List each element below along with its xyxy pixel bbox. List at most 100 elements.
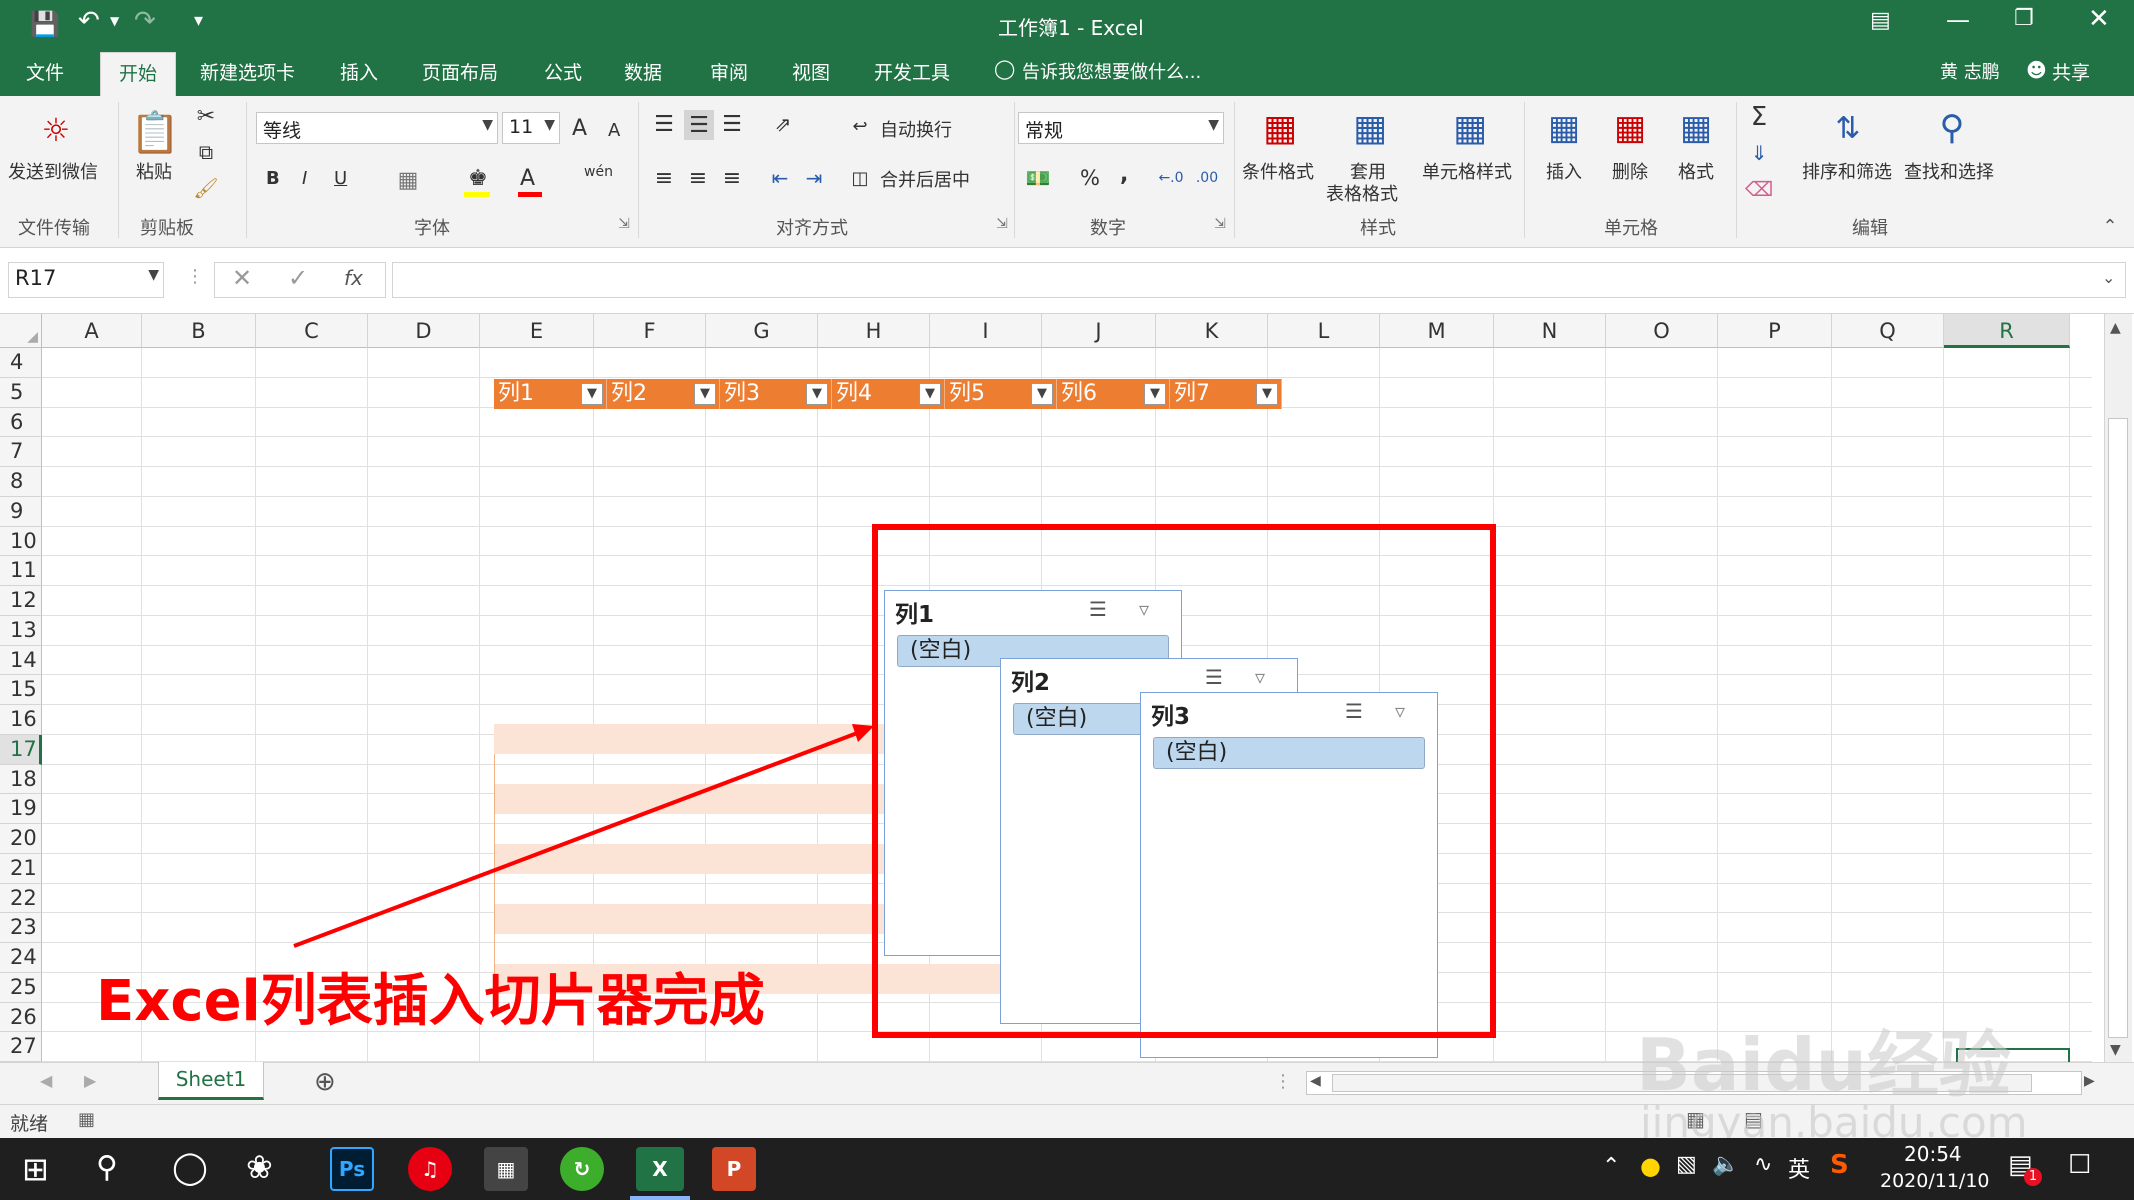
fill-color-icon[interactable]: ♚	[464, 164, 492, 192]
orientation-icon[interactable]: ⇗	[766, 110, 800, 138]
calculator-icon[interactable]: ▦	[484, 1147, 528, 1191]
sort-filter-icon[interactable]: ⇅	[1824, 104, 1872, 152]
row-header[interactable]: 18	[0, 764, 42, 795]
row-header[interactable]: 9	[0, 496, 42, 527]
excel-taskbar-icon[interactable]: X	[636, 1147, 684, 1191]
bold-button[interactable]: B	[266, 168, 280, 189]
row-header[interactable]: 27	[0, 1032, 42, 1062]
netease-music-icon[interactable]: ♫	[408, 1147, 452, 1191]
dialog-launcher-icon[interactable]: ⇲	[992, 214, 1012, 234]
add-sheet-icon[interactable]: ⊕	[314, 1067, 336, 1097]
row-header[interactable]: 11	[0, 556, 42, 586]
tab-insert[interactable]: 插入	[340, 58, 378, 85]
conditional-format-button[interactable]: 条件格式	[1242, 158, 1314, 184]
tab-home[interactable]: 开始	[100, 52, 177, 96]
powerpoint-icon[interactable]: P	[712, 1147, 756, 1191]
dialog-launcher-icon[interactable]: ⇲	[1210, 214, 1230, 234]
format-as-table-line2[interactable]: 表格格式	[1326, 180, 1398, 206]
row-header[interactable]: 12	[0, 586, 42, 616]
cortana-icon[interactable]: ◯	[172, 1148, 208, 1186]
enter-icon[interactable]: ✓	[288, 264, 308, 292]
restore-icon[interactable]: ❐	[2014, 6, 2034, 31]
row-header[interactable]: 6	[0, 407, 42, 438]
scroll-thumb[interactable]	[2108, 418, 2128, 1038]
scroll-left-icon[interactable]: ◀	[1310, 1073, 1321, 1089]
row-header[interactable]: 21	[0, 853, 42, 884]
tab-developer[interactable]: 开发工具	[874, 58, 950, 85]
row-header[interactable]: 17	[0, 734, 42, 765]
sheet-tab-sheet1[interactable]: Sheet1	[158, 1062, 264, 1100]
filter-dropdown-icon[interactable]: ▼	[1144, 383, 1166, 405]
insert-cells-icon[interactable]: ▦	[1542, 104, 1586, 152]
format-painter-icon[interactable]: 🖌	[192, 174, 220, 202]
font-color-button[interactable]: A	[520, 166, 535, 191]
find-select-button[interactable]: 查找和选择	[1904, 158, 1994, 184]
column-header[interactable]: G	[706, 314, 818, 348]
column-header[interactable]: P	[1718, 314, 1832, 348]
italic-button[interactable]: I	[302, 168, 307, 189]
column-header[interactable]: F	[594, 314, 706, 348]
insert-cells-button[interactable]: 插入	[1546, 158, 1582, 184]
splitter-icon[interactable]: ⋮	[1274, 1071, 1292, 1092]
row-header[interactable]: 15	[0, 675, 42, 705]
align-top-icon[interactable]: ☰	[650, 110, 678, 138]
network-icon[interactable]: ▧	[1676, 1152, 1697, 1177]
insert-function-button[interactable]: fx	[344, 266, 363, 290]
row-header[interactable]: 23	[0, 913, 42, 943]
column-header[interactable]: I	[930, 314, 1042, 348]
prev-sheet-icon[interactable]: ◀	[40, 1071, 52, 1090]
number-format-combo[interactable]: 常规 ▼	[1018, 112, 1224, 144]
decrease-indent-icon[interactable]: ⇤	[766, 164, 794, 192]
shrink-font-button[interactable]: A	[608, 120, 620, 141]
cancel-icon[interactable]: ✕	[232, 264, 252, 292]
column-header[interactable]: A	[42, 314, 142, 348]
autosum-icon[interactable]: Σ	[1744, 102, 1774, 132]
align-center-icon[interactable]: ≡	[684, 164, 712, 192]
tab-page-layout[interactable]: 页面布局	[422, 58, 498, 85]
align-middle-icon[interactable]: ☰	[684, 110, 714, 140]
clock-time[interactable]: 20:54	[1904, 1142, 1962, 1166]
paste-icon[interactable]: 📋	[130, 108, 180, 156]
column-header[interactable]: L	[1268, 314, 1380, 348]
align-bottom-icon[interactable]: ☰	[718, 110, 746, 138]
wrap-text-button[interactable]: 自动换行	[880, 116, 952, 142]
column-header[interactable]: H	[818, 314, 930, 348]
row-header[interactable]: 5	[0, 377, 42, 408]
row-header[interactable]: 25	[0, 972, 42, 1003]
tab-review[interactable]: 审阅	[710, 58, 748, 85]
column-header[interactable]: O	[1606, 314, 1718, 348]
clock-date[interactable]: 2020/11/10	[1880, 1170, 1990, 1192]
column-header[interactable]: K	[1156, 314, 1268, 348]
row-header[interactable]: 22	[0, 883, 42, 914]
align-left-icon[interactable]: ≡	[650, 164, 678, 192]
cell-styles-icon[interactable]: ▦	[1446, 104, 1494, 152]
border-icon[interactable]: ▦	[394, 166, 422, 194]
search-icon[interactable]: ⚲	[96, 1150, 118, 1185]
comma-button[interactable]: ,	[1120, 162, 1128, 187]
show-hidden-icons[interactable]: ⌃	[1602, 1154, 1620, 1179]
row-header[interactable]: 13	[0, 615, 42, 646]
column-header[interactable]: D	[368, 314, 480, 348]
volume-icon[interactable]: 🔈	[1712, 1152, 1739, 1177]
wrap-text-icon[interactable]: ↩	[848, 114, 872, 138]
tray-app-icon[interactable]: ●	[1640, 1152, 1661, 1180]
format-cells-icon[interactable]: ▦	[1674, 104, 1718, 152]
merge-icon[interactable]: ◫	[848, 166, 872, 190]
redo-icon[interactable]: ↷	[134, 6, 156, 36]
minimize-icon[interactable]: —	[1946, 6, 1970, 34]
column-header[interactable]: M	[1380, 314, 1494, 348]
scroll-down-icon[interactable]: ▼	[2110, 1042, 2121, 1058]
percent-button[interactable]: %	[1080, 166, 1100, 190]
grow-font-button[interactable]: A	[572, 116, 587, 141]
customize-quick-access-icon[interactable]: ▾	[194, 10, 203, 31]
send-to-wechat-button[interactable]: 发送到微信	[8, 158, 98, 184]
fill-icon[interactable]: ⇓	[1744, 138, 1774, 168]
row-header[interactable]: 8	[0, 467, 42, 497]
row-header[interactable]: 7	[0, 437, 42, 467]
column-header[interactable]: C	[256, 314, 368, 348]
filter-dropdown-icon[interactable]: ▼	[1031, 383, 1053, 405]
row-header[interactable]: 14	[0, 645, 42, 676]
tab-formulas[interactable]: 公式	[544, 58, 582, 85]
scroll-up-icon[interactable]: ▲	[2110, 320, 2121, 336]
filter-dropdown-icon[interactable]: ▼	[694, 383, 716, 405]
